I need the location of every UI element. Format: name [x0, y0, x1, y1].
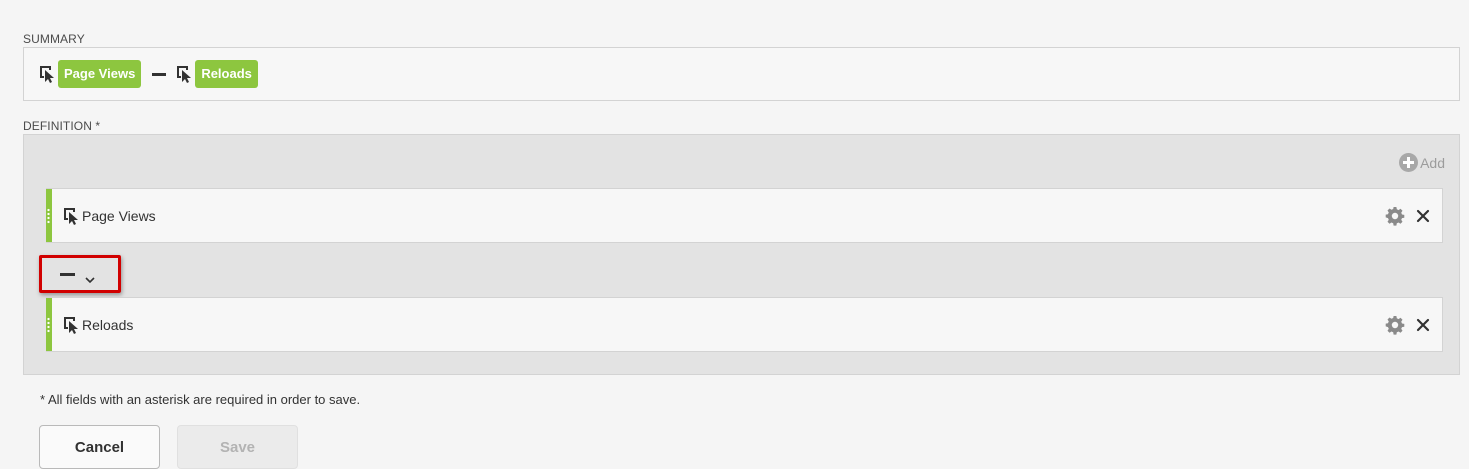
definition-row-label: Page Views [82, 207, 156, 224]
operator-dropdown[interactable] [39, 255, 121, 293]
add-button[interactable]: Add [1399, 153, 1445, 172]
metric-icon [177, 66, 192, 83]
close-icon[interactable] [1416, 318, 1430, 332]
minus-icon [152, 72, 167, 76]
grip-dots-icon [47, 207, 50, 224]
summary-metric-pill-page-views: Page Views [58, 60, 142, 88]
gear-icon[interactable] [1385, 315, 1405, 335]
metric-icon [64, 207, 78, 225]
definition-row-reloads: Reloads [46, 297, 1443, 352]
metric-icon [64, 316, 78, 334]
grip-dots-icon [47, 316, 50, 333]
cancel-button[interactable]: Cancel [39, 425, 160, 469]
definition-label: DEFINITION * [23, 119, 101, 133]
summary-label: SUMMARY [23, 32, 85, 46]
chevron-down-icon [85, 277, 95, 284]
metric-icon [40, 66, 54, 83]
definition-row-page-views: Page Views [46, 188, 1443, 243]
definition-row-label: Reloads [82, 316, 134, 333]
drag-handle[interactable] [46, 298, 52, 351]
close-icon[interactable] [1416, 209, 1430, 223]
required-fields-note: * All fields with an asterisk are requir… [40, 392, 361, 407]
summary-box: Page Views Reloads [23, 47, 1460, 101]
minus-icon [60, 273, 75, 276]
save-button[interactable]: Save [177, 425, 298, 469]
gear-icon[interactable] [1385, 206, 1405, 226]
add-button-label: Add [1420, 154, 1445, 171]
definition-container: Add Page Views Reloads [23, 134, 1460, 375]
drag-handle[interactable] [46, 189, 52, 242]
summary-metric-pill-reloads: Reloads [195, 60, 258, 88]
plus-circle-icon [1399, 153, 1419, 172]
